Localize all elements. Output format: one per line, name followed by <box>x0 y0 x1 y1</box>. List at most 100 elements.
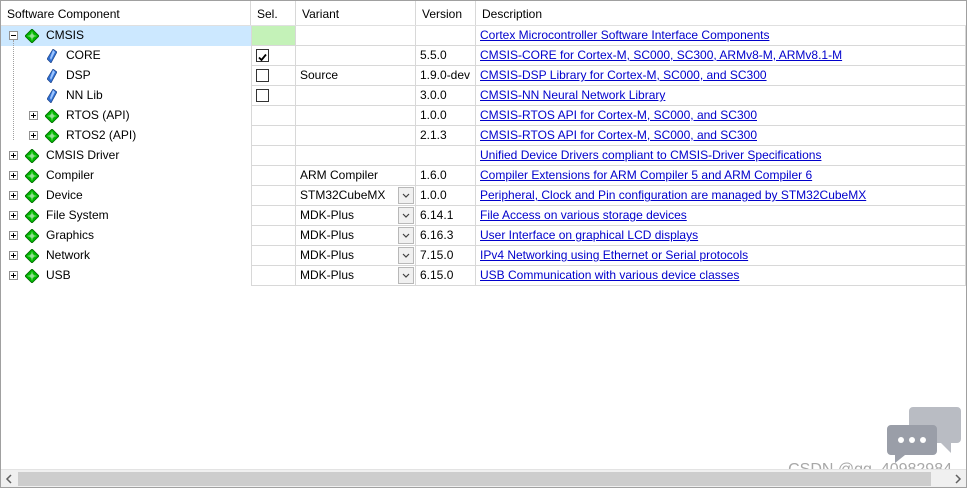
sel-cell[interactable] <box>251 166 296 186</box>
component-cell[interactable]: File System <box>1 206 251 226</box>
sel-cell[interactable] <box>251 46 296 66</box>
variant-cell[interactable]: MDK-Plus <box>296 226 416 246</box>
component-cell[interactable]: Device <box>1 186 251 206</box>
description-link[interactable]: Compiler Extensions for ARM Compiler 5 a… <box>480 168 812 182</box>
checked-checkbox[interactable] <box>256 49 269 62</box>
component-cell[interactable]: Network <box>1 246 251 266</box>
variant-cell[interactable]: MDK-Plus <box>296 266 416 286</box>
table-row[interactable]: USB MDK-Plus 6.15.0 USB Communication with … <box>1 266 966 286</box>
component-name: Device <box>46 188 83 202</box>
variant-cell[interactable]: MDK-Plus <box>296 206 416 226</box>
component-cell[interactable]: USB <box>1 266 251 286</box>
variant-cell[interactable]: STM32CubeMX <box>296 186 416 206</box>
unchecked-checkbox[interactable] <box>256 69 269 82</box>
component-cell[interactable]: NN Lib <box>1 86 251 106</box>
description-link[interactable]: USB Communication with various device cl… <box>480 268 739 282</box>
expand-toggle-icon[interactable] <box>9 151 18 160</box>
version-cell: 1.9.0-dev <box>416 66 476 86</box>
sel-cell[interactable] <box>251 66 296 86</box>
sel-cell[interactable] <box>251 226 296 246</box>
table-row[interactable]: DSP Source 1.9.0-dev CMSIS-DSP Library for … <box>1 66 966 86</box>
sel-cell[interactable] <box>251 106 296 126</box>
blue-gem-icon <box>47 49 57 63</box>
header-description[interactable]: Description <box>476 1 966 25</box>
sel-cell[interactable] <box>251 26 296 46</box>
collapse-toggle-icon[interactable] <box>9 31 18 40</box>
variant-dropdown-button[interactable] <box>398 187 414 204</box>
table-row[interactable]: NN Lib 3.0.0 CMSIS-NN Neural Network Libra… <box>1 86 966 106</box>
table-row[interactable]: Device STM32CubeMX 1.0.0 Peripheral, Clock … <box>1 186 966 206</box>
component-cell[interactable]: RTOS (API) <box>1 106 251 126</box>
expand-toggle-icon[interactable] <box>29 111 38 120</box>
description-link[interactable]: Peripheral, Clock and Pin configuration … <box>480 188 866 202</box>
sel-cell[interactable] <box>251 146 296 166</box>
variant-cell <box>296 146 416 166</box>
component-cell[interactable]: RTOS2 (API) <box>1 126 251 146</box>
description-link[interactable]: CMSIS-NN Neural Network Library <box>480 88 665 102</box>
description-link[interactable]: File Access on various storage devices <box>480 208 687 222</box>
component-cell[interactable]: CMSIS <box>1 26 251 46</box>
header-version[interactable]: Version <box>416 1 476 25</box>
table-row[interactable]: Graphics MDK-Plus 6.16.3 User Interface on … <box>1 226 966 246</box>
sel-cell[interactable] <box>251 186 296 206</box>
variant-value: MDK-Plus <box>300 248 355 262</box>
description-link[interactable]: IPv4 Networking using Ethernet or Serial… <box>480 248 748 262</box>
green-diamond-icon <box>25 149 39 163</box>
sel-cell[interactable] <box>251 126 296 146</box>
component-cell[interactable]: CMSIS Driver <box>1 146 251 166</box>
horizontal-scrollbar[interactable] <box>1 469 966 487</box>
header-variant[interactable]: Variant <box>296 1 416 25</box>
scroll-right-button[interactable] <box>949 470 966 487</box>
component-cell[interactable]: Graphics <box>1 226 251 246</box>
green-diamond-icon <box>25 269 39 283</box>
description-link[interactable]: Unified Device Drivers compliant to CMSI… <box>480 148 821 162</box>
description-cell: CMSIS-RTOS API for Cortex-M, SC000, and … <box>476 106 966 126</box>
variant-dropdown-button[interactable] <box>398 247 414 264</box>
description-link[interactable]: Cortex Microcontroller Software Interfac… <box>480 28 769 42</box>
version-cell: 1.0.0 <box>416 186 476 206</box>
scrollbar-thumb[interactable] <box>18 472 931 486</box>
description-cell: IPv4 Networking using Ethernet or Serial… <box>476 246 966 266</box>
table-row[interactable]: Compiler ARM Compiler 1.6.0 Compiler Extens… <box>1 166 966 186</box>
expand-toggle-icon[interactable] <box>9 271 18 280</box>
header-sel[interactable]: Sel. <box>251 1 296 25</box>
table-row[interactable]: CORE 5.5.0 CMSIS-CORE for Cortex-M, SC000,… <box>1 46 966 66</box>
component-cell[interactable]: CORE <box>1 46 251 66</box>
header-software-component[interactable]: Software Component <box>1 1 251 25</box>
table-row[interactable]: File System MDK-Plus 6.14.1 File Access on … <box>1 206 966 226</box>
description-link[interactable]: CMSIS-CORE for Cortex-M, SC000, SC300, A… <box>480 48 842 62</box>
expand-toggle-icon[interactable] <box>29 131 38 140</box>
expand-toggle-icon[interactable] <box>9 211 18 220</box>
expand-toggle-icon[interactable] <box>9 191 18 200</box>
sel-cell[interactable] <box>251 266 296 286</box>
description-cell: Unified Device Drivers compliant to CMSI… <box>476 146 966 166</box>
expand-toggle-icon[interactable] <box>9 171 18 180</box>
variant-cell[interactable]: MDK-Plus <box>296 246 416 266</box>
description-link[interactable]: CMSIS-RTOS API for Cortex-M, SC000, and … <box>480 128 757 142</box>
variant-value: STM32CubeMX <box>300 188 386 202</box>
variant-dropdown-button[interactable] <box>398 267 414 284</box>
variant-dropdown-button[interactable] <box>398 207 414 224</box>
version-cell: 5.5.0 <box>416 46 476 66</box>
description-link[interactable]: CMSIS-RTOS API for Cortex-M, SC000, and … <box>480 108 757 122</box>
variant-value: MDK-Plus <box>300 208 355 222</box>
table-row[interactable]: CMSIS Driver Unified Device Drivers compl… <box>1 146 966 166</box>
description-link[interactable]: CMSIS-DSP Library for Cortex-M, SC000, a… <box>480 68 767 82</box>
table-row[interactable]: CMSIS Cortex Microcontroller Software Int… <box>1 26 966 46</box>
table-row[interactable]: RTOS2 (API) 2.1.3 CMSIS-RTOS API for Corte… <box>1 126 966 146</box>
table-row[interactable]: Network MDK-Plus 7.15.0 IPv4 Networking usi… <box>1 246 966 266</box>
expand-toggle-icon[interactable] <box>9 251 18 260</box>
sel-cell[interactable] <box>251 206 296 226</box>
scroll-left-button[interactable] <box>1 470 18 487</box>
description-link[interactable]: User Interface on graphical LCD displays <box>480 228 698 242</box>
component-cell[interactable]: DSP <box>1 66 251 86</box>
variant-dropdown-button[interactable] <box>398 227 414 244</box>
sel-cell[interactable] <box>251 86 296 106</box>
table-row[interactable]: RTOS (API) 1.0.0 CMSIS-RTOS API for Cortex… <box>1 106 966 126</box>
expand-toggle-icon[interactable] <box>9 231 18 240</box>
component-name: USB <box>46 268 71 282</box>
unchecked-checkbox[interactable] <box>256 89 269 102</box>
sel-cell[interactable] <box>251 246 296 266</box>
component-cell[interactable]: Compiler <box>1 166 251 186</box>
component-name: CMSIS Driver <box>46 148 120 162</box>
